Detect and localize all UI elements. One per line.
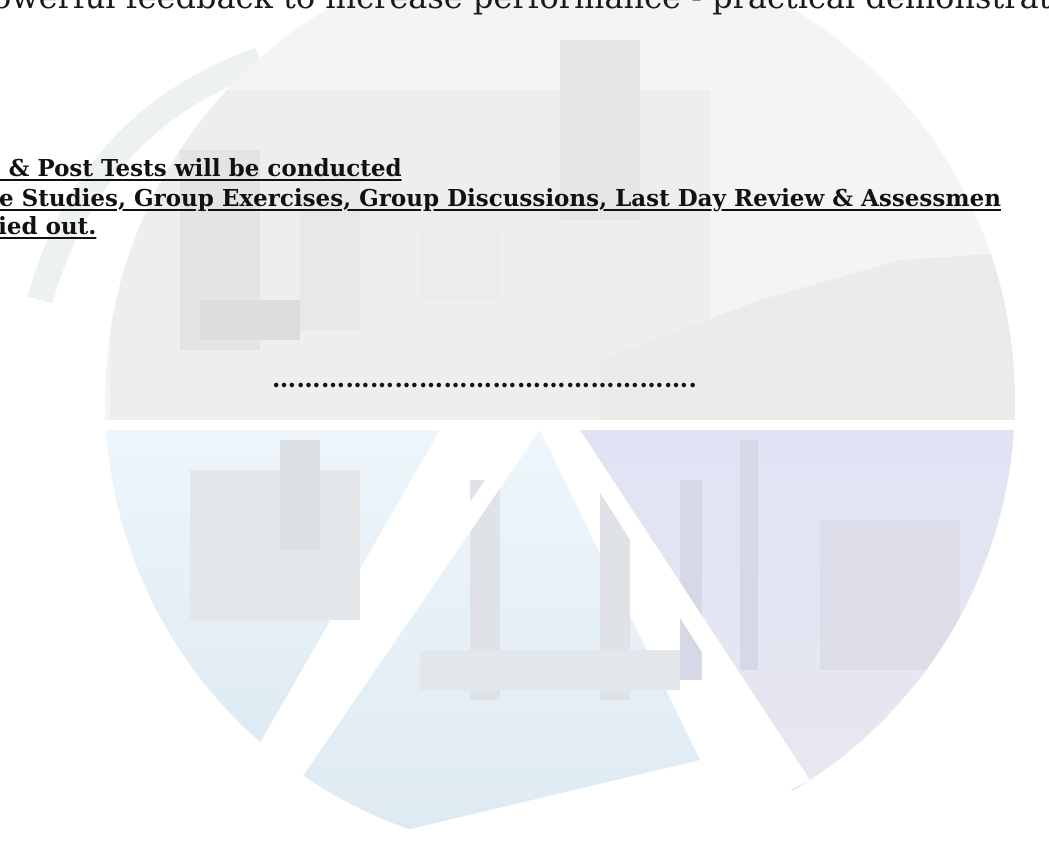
dotted-separator: ……………………………………………. xyxy=(272,364,698,393)
intro-line: owerful feedback to increase performance… xyxy=(0,0,1049,16)
list-item-carried-out: ried out. xyxy=(0,213,97,240)
list-item-pre-post-tests: e & Post Tests will be conducted xyxy=(0,155,402,182)
list-item-case-studies: se Studies, Group Exercises, Group Discu… xyxy=(0,185,1001,212)
document-page: owerful feedback to increase performance… xyxy=(0,0,1049,865)
background-collage xyxy=(0,0,1049,855)
